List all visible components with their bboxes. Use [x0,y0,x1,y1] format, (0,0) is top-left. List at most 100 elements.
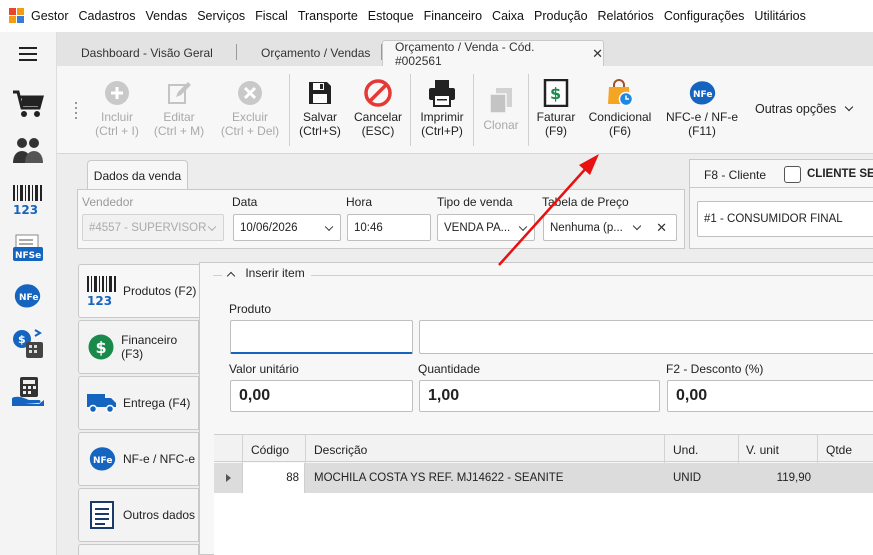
menu-financeiro[interactable]: Financeiro [424,9,482,23]
menu-caixa[interactable]: Caixa [492,9,524,23]
menu-transporte[interactable]: Transporte [298,9,358,23]
tab-outros-dados[interactable]: Outros dados [78,488,199,542]
cliente-sem-checkbox[interactable] [784,166,801,183]
menu-cadastros[interactable]: Cadastros [79,9,136,23]
menu-servicos[interactable]: Serviços [197,9,245,23]
condicional-button[interactable]: Condicional (F6) [585,78,655,138]
editar-label: Editar [163,110,195,124]
col-qtde[interactable]: Qtde [826,443,852,457]
tab-orcamento-venda-active[interactable]: Orçamento / Venda - Cód. #002561 ✕ [382,39,604,68]
tab-dashboard[interactable]: Dashboard - Visão Geral [57,40,237,66]
shopping-bag-clock-icon [585,78,655,108]
nfce-nfe-button[interactable]: NFe NFC-e / NF-e (F11) [662,78,742,138]
produto-label: Produto [229,302,272,316]
tab-nfe-nfce[interactable]: NFe NF-e / NFC-e [78,432,199,486]
menu-vendas[interactable]: Vendas [146,9,188,23]
quantidade-value: 1,00 [428,387,460,404]
incluir-label: Incluir [100,110,133,124]
data-field[interactable]: 10/06/2026 [233,214,341,241]
data-label: Data [232,195,258,209]
svg-text:NFSe: NFSe [15,251,41,261]
editar-button[interactable]: Editar (Ctrl + M) [150,78,208,138]
barcode-icon[interactable]: 123 [8,180,48,220]
cliente-divider [689,187,873,188]
cliente-value: #1 - CONSUMIDOR FINAL [704,213,843,225]
table-row[interactable]: 88 MOCHILA COSTA YS REF. MJ14622 - SEANI… [214,463,873,493]
outras-opcoes-button[interactable]: Outras opções [755,102,854,116]
toolbar: Incluir (Ctrl + I) Editar (Ctrl + M) Exc… [57,66,873,154]
dados-venda-title: Dados da venda [93,168,182,183]
tab-more[interactable] [78,544,199,555]
edit-icon [150,78,208,108]
cell-codigo: 88 [286,472,299,484]
close-icon[interactable]: ✕ [592,46,603,62]
calculator-hand-icon[interactable] [8,372,48,412]
nfse-icon[interactable]: NFSe [8,228,48,268]
work-area: Dados da venda Vendedor #4557 - SUPERVIS… [57,154,873,555]
imprimir-shortcut: (Ctrl+P) [421,124,463,138]
imprimir-button[interactable]: Imprimir (Ctrl+P) [416,78,468,138]
desconto-label: F2 - Desconto (%) [666,362,764,376]
dados-venda-tab[interactable]: Dados da venda [87,160,188,190]
menu-configuracoes[interactable]: Configurações [664,9,745,23]
clear-icon[interactable]: ✕ [656,220,667,236]
produto-code-input[interactable] [230,320,413,354]
tab-orcamento-vendas-label: Orçamento / Vendas [261,46,371,60]
cliente-field[interactable]: #1 - CONSUMIDOR FINAL [697,201,873,237]
dollar-icon: $ [85,334,117,360]
cancelar-button[interactable]: Cancelar (ESC) [350,78,406,138]
cell-descricao: MOCHILA COSTA YS REF. MJ14622 - SEANITE [314,472,564,484]
faturar-button[interactable]: $ Faturar (F9) [531,78,581,138]
printer-icon [416,78,468,108]
items-grid-body[interactable] [214,493,873,555]
cell-und: UNID [673,472,702,484]
quantidade-input[interactable]: 1,00 [419,380,660,412]
col-codigo[interactable]: Código [251,443,289,457]
svg-text:123: 123 [87,294,112,306]
incluir-button[interactable]: Incluir (Ctrl + I) [93,78,141,138]
app-name[interactable]: Gestor [31,9,69,23]
tabela-preco-select[interactable]: Nenhuma (p... ✕ [543,214,677,241]
money-register-icon[interactable]: $ [8,324,48,364]
tab-produtos-label: Produtos (F2) [123,284,197,298]
people-icon[interactable] [8,130,48,170]
col-vunit[interactable]: V. unit [746,443,779,457]
tab-orcamento-vendas[interactable]: Orçamento / Vendas [237,40,382,66]
salvar-button[interactable]: Salvar (Ctrl+S) [294,78,346,138]
valor-unitario-label: Valor unitário [229,362,299,376]
clonar-button[interactable]: Clonar [477,86,525,132]
menu-producao[interactable]: Produção [534,9,588,23]
svg-text:NFe: NFe [93,456,112,466]
inserir-item-toggle[interactable]: Inserir item [222,266,311,281]
col-descricao[interactable]: Descrição [314,443,367,457]
cancelar-shortcut: (ESC) [361,124,395,138]
menu-bar: Gestor Cadastros Vendas Serviços Fiscal … [0,0,873,32]
menu-estoque[interactable]: Estoque [368,9,414,23]
cart-icon[interactable] [8,84,48,124]
desconto-input[interactable]: 0,00 [667,380,873,412]
valor-unitario-input[interactable]: 0,00 [230,380,413,412]
delete-icon [217,78,283,108]
svg-text:NFe: NFe [19,293,38,303]
vendedor-select[interactable]: #4557 - SUPERVISOR [82,214,224,241]
vendedor-label: Vendedor [82,195,134,209]
tab-entrega[interactable]: Entrega (F4) [78,376,199,430]
menu-fiscal[interactable]: Fiscal [255,9,288,23]
excluir-button[interactable]: Excluir (Ctrl + Del) [217,78,283,138]
cancelar-label: Cancelar [353,110,403,124]
tab-active-label: Orçamento / Venda - Cód. #002561 [395,39,535,68]
tipo-venda-select[interactable]: VENDA PA... [437,214,535,241]
nfce-shortcut: (F11) [688,124,716,138]
menu-icon[interactable] [8,34,48,74]
menu-relatorios[interactable]: Relatórios [598,9,654,23]
tab-produtos[interactable]: 123 Produtos (F2) [78,264,200,318]
nfe-icon[interactable]: NFe [8,276,48,316]
chevron-down-icon [518,222,528,231]
hora-field[interactable]: 10:46 [347,214,431,241]
toolbar-grip-icon[interactable] [75,102,81,119]
tipo-venda-label: Tipo de venda [437,195,513,209]
tab-financeiro[interactable]: $ Financeiro (F3) [78,320,199,374]
col-und[interactable]: Und. [673,443,698,457]
menu-utilitarios[interactable]: Utilitários [754,9,805,23]
produto-description-input[interactable] [419,320,873,354]
